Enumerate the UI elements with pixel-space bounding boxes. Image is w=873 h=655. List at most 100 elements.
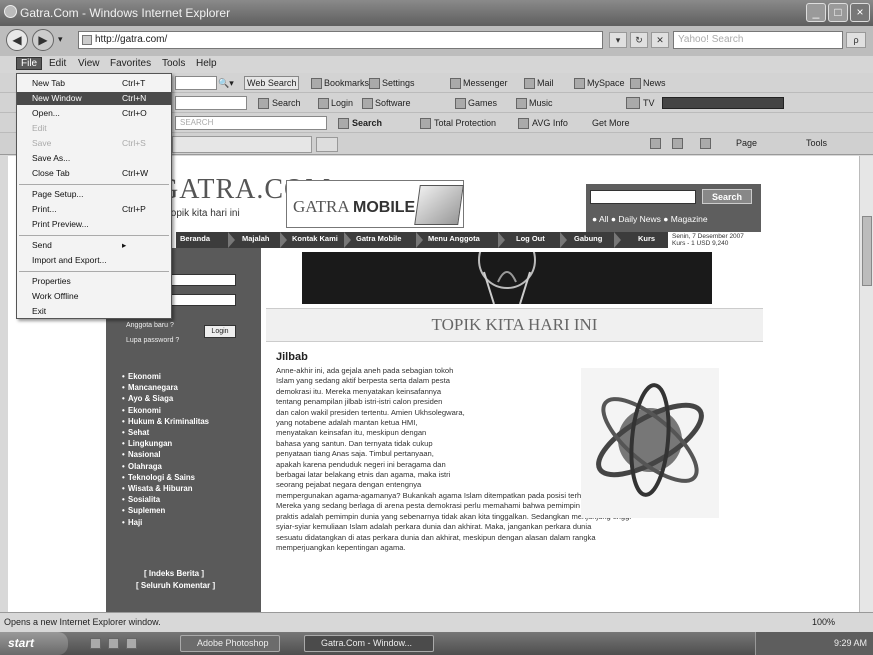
category-link[interactable]: Wisata & Hiburan <box>128 484 192 493</box>
category-link[interactable]: Ekonomi <box>128 372 161 381</box>
nav-kontak[interactable]: Kontak Kami <box>292 234 338 243</box>
file-menu-item[interactable]: Save As... <box>17 152 171 165</box>
quicklaunch-icon[interactable] <box>108 638 119 649</box>
nav-menu-anggota[interactable]: Menu Anggota <box>428 234 480 243</box>
category-link[interactable]: Nasional <box>128 450 161 459</box>
file-menu-item[interactable]: Exit <box>17 305 171 318</box>
media-player-bar[interactable] <box>662 97 784 109</box>
tools-menu-button[interactable]: Tools <box>806 138 827 148</box>
avg-info-button[interactable]: AVG Info <box>532 118 568 128</box>
refresh-button[interactable]: ↻ <box>630 32 648 48</box>
page-menu-button[interactable]: Page <box>736 138 757 148</box>
indeks-berita-link[interactable]: [ Indeks Berita ] <box>144 569 204 578</box>
password-input[interactable] <box>166 294 236 306</box>
username-input[interactable] <box>166 274 236 286</box>
file-menu-item[interactable]: New Tab Ctrl+T <box>17 77 171 90</box>
category-link[interactable]: Sehat <box>128 428 149 437</box>
forward-button[interactable]: ▶ <box>32 29 54 51</box>
search-options[interactable]: ● All ● Daily News ● Magazine <box>592 214 708 224</box>
nav-gabung[interactable]: Gabung <box>574 234 602 243</box>
file-menu-item[interactable]: New Window Ctrl+N <box>17 92 171 105</box>
site-search-button[interactable]: Search <box>702 189 752 204</box>
category-link[interactable]: Hukum & Kriminalitas <box>128 417 209 426</box>
category-link[interactable]: Lingkungan <box>128 439 172 448</box>
mail-button[interactable]: Mail <box>537 78 554 88</box>
toolbar2-search-button[interactable]: Search <box>272 98 301 108</box>
zoom-level[interactable]: 100% <box>812 617 835 627</box>
settings-button[interactable]: Settings <box>382 78 415 88</box>
menu-favorites[interactable]: Favorites <box>110 58 151 69</box>
nav-log-out[interactable]: Log Out <box>516 234 545 243</box>
lupa-password-link[interactable]: Lupa password ? <box>126 337 179 344</box>
lightbulb-banner[interactable] <box>302 252 712 304</box>
seluruh-komentar-link[interactable]: [ Seluruh Komentar ] <box>136 581 215 590</box>
nav-beranda[interactable]: Beranda <box>180 234 210 243</box>
stop-button[interactable]: ✕ <box>651 32 669 48</box>
anggota-baru-link[interactable]: Anggota baru ? <box>126 322 174 329</box>
article-title[interactable]: Jilbab <box>276 351 308 363</box>
category-link[interactable]: Haji <box>128 518 142 527</box>
login-button[interactable]: Login <box>331 98 353 108</box>
quicklaunch-icon[interactable] <box>126 638 137 649</box>
toolbar3-search-input[interactable]: SEARCH <box>175 116 327 130</box>
file-menu-item[interactable]: Print... Ctrl+P <box>17 203 171 216</box>
menu-tools[interactable]: Tools <box>162 58 185 69</box>
toolbar-search-input[interactable] <box>175 76 217 90</box>
category-link[interactable]: Olahraga <box>128 462 162 471</box>
myspace-button[interactable]: MySpace <box>587 78 625 88</box>
current-tab[interactable] <box>172 136 312 153</box>
search-input[interactable]: Yahoo! Search <box>673 31 843 49</box>
bookmarks-button[interactable]: Bookmarks <box>324 78 369 88</box>
toolbar3-search-button[interactable]: Search <box>352 118 382 128</box>
minimize-button[interactable]: _ <box>806 3 826 22</box>
toolbar2-search-input[interactable] <box>175 96 247 110</box>
category-link[interactable]: Teknologi & Sains <box>128 473 195 482</box>
new-tab-button[interactable] <box>316 137 338 152</box>
start-button[interactable]: start <box>0 632 68 655</box>
file-menu-item[interactable]: Print Preview... <box>17 218 171 231</box>
nav-majalah[interactable]: Majalah <box>242 234 270 243</box>
file-menu-item[interactable]: Import and Export... <box>17 254 171 267</box>
home-icon[interactable] <box>650 138 661 149</box>
file-menu-item[interactable]: Close Tab Ctrl+W <box>17 167 171 180</box>
file-menu-item[interactable]: Work Offline <box>17 290 171 303</box>
music-button[interactable]: Music <box>529 98 553 108</box>
file-menu-item[interactable]: Page Setup... <box>17 188 171 201</box>
search-button[interactable]: ρ <box>846 32 866 48</box>
total-protection-button[interactable]: Total Protection <box>434 118 496 128</box>
print-icon[interactable] <box>700 138 711 149</box>
nav-kurs[interactable]: Kurs <box>638 234 655 243</box>
recent-pages-dropdown[interactable]: ▾ <box>58 34 63 45</box>
address-dropdown-button[interactable]: ▾ <box>609 32 627 48</box>
address-field[interactable]: http://gatra.com/ <box>78 31 603 49</box>
menu-help[interactable]: Help <box>196 58 217 69</box>
feeds-icon[interactable] <box>672 138 683 149</box>
menu-view[interactable]: View <box>78 58 100 69</box>
tv-button[interactable]: TV <box>643 98 655 108</box>
back-button[interactable]: ◀ <box>6 29 28 51</box>
task-photoshop[interactable]: Adobe Photoshop <box>180 635 280 652</box>
quicklaunch-icon[interactable] <box>90 638 101 649</box>
menu-edit[interactable]: Edit <box>49 58 66 69</box>
nav-gatra-mobile[interactable]: Gatra Mobile <box>356 234 401 243</box>
gatra-mobile-banner[interactable]: GATRA MOBILE <box>286 180 464 228</box>
news-button[interactable]: News <box>643 78 666 88</box>
web-search-button[interactable]: Web Search <box>244 76 300 90</box>
maximize-button[interactable]: □ <box>828 3 848 22</box>
games-button[interactable]: Games <box>468 98 497 108</box>
file-menu-item[interactable]: Send ▸ <box>17 239 171 252</box>
messenger-button[interactable]: Messenger <box>463 78 508 88</box>
search-icon[interactable]: 🔍▾ <box>218 78 234 89</box>
menu-file[interactable]: File <box>16 57 43 70</box>
file-menu-item[interactable]: Open... Ctrl+O <box>17 107 171 120</box>
category-link[interactable]: Ekonomi <box>128 406 161 415</box>
file-menu-item[interactable]: Properties <box>17 275 171 288</box>
get-more-button[interactable]: Get More <box>592 118 630 128</box>
login-button[interactable]: Login <box>204 325 236 338</box>
site-search-input[interactable] <box>590 190 696 204</box>
category-link[interactable]: Suplemen <box>128 506 165 515</box>
category-link[interactable]: Mancanegara <box>128 383 178 392</box>
category-link[interactable]: Sosialita <box>128 495 160 504</box>
category-link[interactable]: Ayo & Siaga <box>128 394 173 403</box>
software-button[interactable]: Software <box>375 98 411 108</box>
